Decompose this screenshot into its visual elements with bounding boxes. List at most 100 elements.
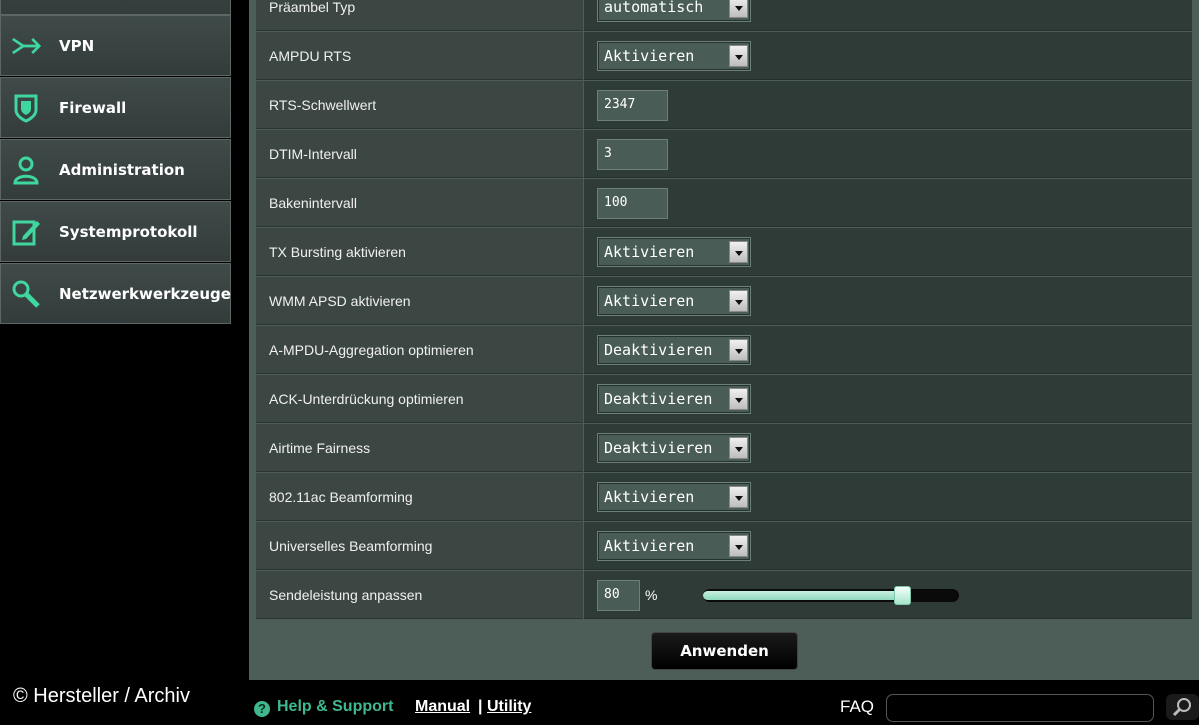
select-value: Aktivieren bbox=[604, 47, 695, 65]
chevron-down-icon bbox=[729, 437, 748, 459]
setting-label: Sendeleistung anpassen bbox=[256, 571, 583, 619]
sidebar-item-label: VPN bbox=[59, 36, 95, 55]
setting-label: ACK-Unterdrückung optimieren bbox=[256, 375, 583, 423]
select-value: Aktivieren bbox=[604, 537, 695, 555]
faq-label: FAQ bbox=[840, 697, 875, 716]
copyright-notice: © Hersteller / Archiv bbox=[13, 685, 191, 707]
tx-power-input[interactable]: 80 bbox=[597, 580, 640, 611]
sidebar-item-label: Administration bbox=[59, 160, 185, 179]
setting-row-tx-bursting: TX Bursting aktivieren Aktivieren bbox=[256, 228, 1192, 277]
sidebar-item-firewall[interactable]: Firewall bbox=[0, 77, 231, 138]
ampdu-aggregation-select[interactable]: Deaktivieren bbox=[597, 335, 751, 365]
sidebar-item-administration[interactable]: Administration bbox=[0, 139, 231, 200]
sidebar-item-label: Firewall bbox=[59, 98, 127, 117]
select-value: Aktivieren bbox=[604, 292, 695, 310]
setting-row-universal-beamforming: Universelles Beamforming Aktivieren bbox=[256, 522, 1192, 571]
select-value: Aktivieren bbox=[604, 243, 695, 261]
setting-value-cell: 2347 bbox=[584, 81, 1192, 129]
utility-link[interactable]: Utility bbox=[487, 698, 531, 716]
ampdu-rts-select[interactable]: Aktivieren bbox=[597, 41, 751, 71]
vpn-icon bbox=[11, 31, 41, 61]
setting-value-cell: Aktivieren bbox=[584, 277, 1192, 325]
setting-row-wmm-apsd: WMM APSD aktivieren Aktivieren bbox=[256, 277, 1192, 326]
sidebar-item-systemprotokoll[interactable]: Systemprotokoll bbox=[0, 201, 231, 262]
tx-power-slider[interactable] bbox=[703, 586, 959, 605]
chevron-down-icon bbox=[729, 290, 748, 312]
setting-value-cell: Aktivieren bbox=[584, 473, 1192, 521]
main-panel: Präambel Typ automatisch AMPDU RTS Aktiv… bbox=[249, 0, 1199, 680]
setting-label: AMPDU RTS bbox=[256, 32, 583, 80]
search-button[interactable] bbox=[1166, 694, 1199, 720]
beacon-interval-input[interactable]: 100 bbox=[597, 188, 668, 219]
log-edit-icon bbox=[11, 217, 41, 247]
setting-row-ac-beamforming: 802.11ac Beamforming Aktivieren bbox=[256, 473, 1192, 522]
setting-row-ampdu-rts: AMPDU RTS Aktivieren bbox=[256, 32, 1192, 81]
preamble-type-select[interactable]: automatisch bbox=[597, 0, 751, 22]
setting-label: 802.11ac Beamforming bbox=[256, 473, 583, 521]
search-icon bbox=[1172, 698, 1191, 717]
select-value: Deaktivieren bbox=[604, 439, 713, 457]
select-value: automatisch bbox=[604, 0, 704, 16]
select-value: Deaktivieren bbox=[604, 390, 713, 408]
setting-value-cell: automatisch bbox=[584, 0, 1192, 31]
setting-value-cell: Aktivieren bbox=[584, 522, 1192, 570]
chevron-down-icon bbox=[729, 241, 748, 263]
setting-value-cell: Aktivieren bbox=[584, 228, 1192, 276]
setting-label: A-MPDU-Aggregation optimieren bbox=[256, 326, 583, 374]
percent-unit: % bbox=[645, 587, 658, 603]
link-separator: | bbox=[478, 698, 483, 715]
ack-suppression-select[interactable]: Deaktivieren bbox=[597, 384, 751, 414]
dtim-interval-input[interactable]: 3 bbox=[597, 139, 668, 170]
chevron-down-icon bbox=[729, 388, 748, 410]
setting-row-ampdu-aggregation: A-MPDU-Aggregation optimieren Deaktivier… bbox=[256, 326, 1192, 375]
rts-threshold-input[interactable]: 2347 bbox=[597, 90, 668, 121]
manual-link[interactable]: Manual bbox=[415, 698, 470, 716]
setting-value-cell: Deaktivieren bbox=[584, 375, 1192, 423]
setting-value-cell: Deaktivieren bbox=[584, 326, 1192, 374]
setting-label: WMM APSD aktivieren bbox=[256, 277, 583, 325]
setting-label: Universelles Beamforming bbox=[256, 522, 583, 570]
chevron-down-icon bbox=[729, 339, 748, 361]
tx-bursting-select[interactable]: Aktivieren bbox=[597, 237, 751, 267]
setting-row-ack-suppression: ACK-Unterdrückung optimieren Deaktiviere… bbox=[256, 375, 1192, 424]
setting-label: RTS-Schwellwert bbox=[256, 81, 583, 129]
help-support-link[interactable]: Help & Support bbox=[277, 698, 393, 716]
chevron-down-icon bbox=[729, 535, 748, 557]
setting-value-cell: 100 bbox=[584, 179, 1192, 227]
sidebar-item-label: Netzwerkwerkzeuge bbox=[59, 284, 231, 303]
ac-beamforming-select[interactable]: Aktivieren bbox=[597, 482, 751, 512]
setting-row-rts-threshold: RTS-Schwellwert 2347 bbox=[256, 81, 1192, 130]
setting-row-beacon: Bakenintervall 100 bbox=[256, 179, 1192, 228]
wrench-icon bbox=[11, 279, 41, 309]
setting-value-cell: 3 bbox=[584, 130, 1192, 178]
universal-beamforming-select[interactable]: Aktivieren bbox=[597, 531, 751, 561]
faq-search-input[interactable] bbox=[886, 694, 1154, 722]
setting-row-preamble: Präambel Typ automatisch bbox=[256, 0, 1192, 32]
setting-label: Airtime Fairness bbox=[256, 424, 583, 472]
chevron-down-icon bbox=[729, 0, 748, 18]
chevron-down-icon bbox=[729, 45, 748, 67]
setting-label: Präambel Typ bbox=[256, 0, 583, 31]
sidebar-item-netzwerkwerkzeuge[interactable]: Netzwerkwerkzeuge bbox=[0, 263, 231, 324]
slider-fill bbox=[703, 591, 902, 600]
help-icon: ? bbox=[254, 701, 270, 717]
select-value: Deaktivieren bbox=[604, 341, 713, 359]
airtime-fairness-select[interactable]: Deaktivieren bbox=[597, 433, 751, 463]
chevron-down-icon bbox=[729, 486, 748, 508]
user-icon bbox=[11, 155, 41, 185]
slider-handle[interactable] bbox=[894, 586, 911, 605]
apply-button[interactable]: Anwenden bbox=[651, 632, 798, 670]
setting-value-cell: 80 % bbox=[584, 571, 1192, 619]
sidebar-item-label: Systemprotokoll bbox=[59, 222, 198, 241]
setting-label: Bakenintervall bbox=[256, 179, 583, 227]
select-value: Aktivieren bbox=[604, 488, 695, 506]
sidebar-item-vpn[interactable]: VPN bbox=[0, 15, 231, 76]
setting-row-tx-power: Sendeleistung anpassen 80 % bbox=[256, 571, 1192, 620]
shield-icon bbox=[11, 93, 41, 123]
sidebar-item-top[interactable] bbox=[0, 0, 231, 15]
setting-row-dtim: DTIM-Intervall 3 bbox=[256, 130, 1192, 179]
setting-row-airtime-fairness: Airtime Fairness Deaktivieren bbox=[256, 424, 1192, 473]
setting-value-cell: Deaktivieren bbox=[584, 424, 1192, 472]
setting-label: DTIM-Intervall bbox=[256, 130, 583, 178]
wmm-apsd-select[interactable]: Aktivieren bbox=[597, 286, 751, 316]
